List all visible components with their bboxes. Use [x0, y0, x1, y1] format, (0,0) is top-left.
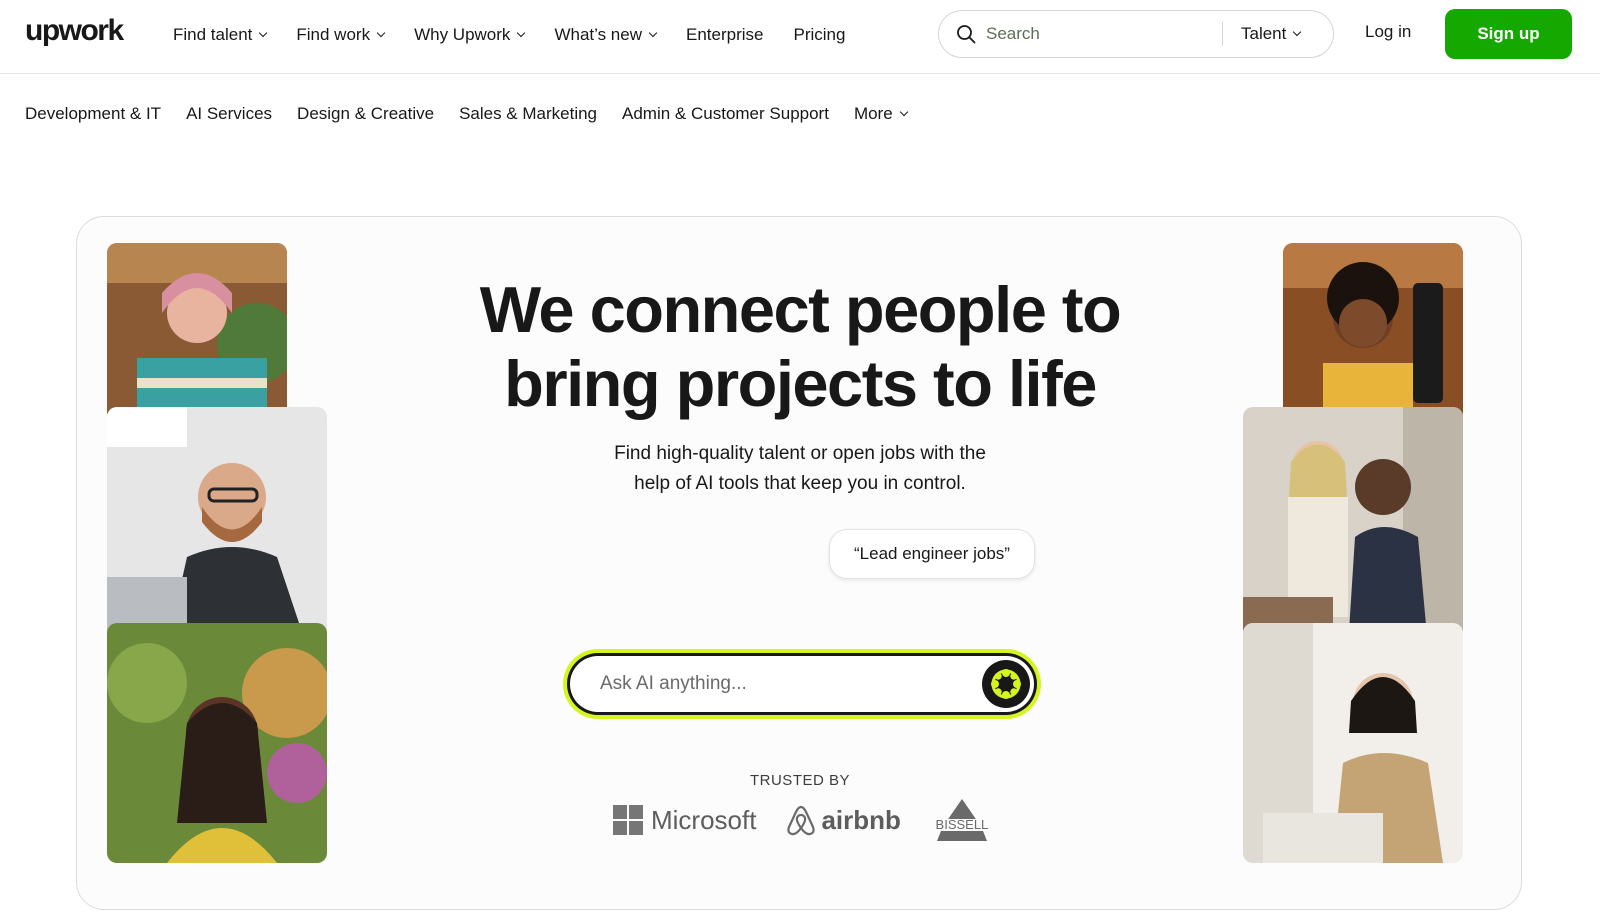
photo-woman-phone-flowers: [107, 623, 327, 863]
search-input[interactable]: [986, 19, 1206, 49]
nav-label: Why Upwork: [414, 25, 511, 44]
category-ai-services[interactable]: AI Services: [186, 104, 272, 124]
hero-subheading-line2: help of AI tools that keep you in contro…: [634, 473, 966, 494]
chevron-down-icon: [648, 28, 658, 38]
nav-label: Find work: [296, 25, 371, 44]
hero-headline-line1: We connect people to: [479, 273, 1122, 346]
bissell-wordmark: BISSELL: [931, 818, 992, 831]
ask-ai-field: [570, 656, 1034, 712]
ai-sparkle-icon: [991, 669, 1021, 699]
nav-pricing[interactable]: Pricing: [793, 25, 845, 45]
ask-ai-border: [567, 653, 1037, 715]
photo-woman-tablet: [1283, 243, 1463, 423]
top-header: upwork Find talent Find work Why Upwork …: [0, 0, 1600, 74]
login-link[interactable]: Log in: [1365, 22, 1411, 42]
chevron-down-icon: [899, 107, 908, 117]
chevron-down-icon: [376, 28, 386, 38]
photo-woman-laptop-office: [1243, 623, 1463, 863]
nav-label: What’s new: [554, 25, 642, 44]
chevron-down-icon: [517, 28, 526, 38]
category-development-it[interactable]: Development & IT: [25, 104, 161, 124]
header-search: Talent: [938, 10, 1334, 58]
signup-button[interactable]: Sign up: [1445, 9, 1572, 59]
hero-headline-line2: bring projects to life: [504, 347, 1097, 420]
ask-ai-submit-button[interactable]: [982, 660, 1030, 708]
category-nav: Development & IT AI Services Design & Cr…: [25, 104, 932, 124]
hero-headline: We connect people to bring projects to l…: [417, 273, 1183, 421]
search-icon[interactable]: [956, 24, 976, 44]
hero-card: We connect people to bring projects to l…: [76, 216, 1522, 910]
microsoft-grid-icon: [613, 805, 643, 835]
search-divider: [1222, 22, 1223, 46]
photo-woman-pink-hair: [107, 243, 287, 423]
search-scope-dropdown[interactable]: Talent: [1241, 11, 1302, 57]
nav-why-upwork[interactable]: Why Upwork: [414, 25, 526, 45]
hero-subheading-line1: Find high-quality talent or open jobs wi…: [614, 443, 986, 464]
microsoft-wordmark: Microsoft: [651, 804, 757, 835]
photo-colleagues-meeting: [1243, 407, 1463, 647]
nav-label: Pricing: [793, 25, 846, 44]
nav-find-work[interactable]: Find work: [296, 25, 386, 45]
nav-enterprise[interactable]: Enterprise: [686, 25, 763, 45]
ask-ai-bar: [563, 649, 1041, 719]
category-sales-marketing[interactable]: Sales & Marketing: [459, 104, 597, 124]
airbnb-wordmark: airbnb: [821, 804, 901, 835]
trusted-logos: Microsoft airbnb BISSELL: [613, 795, 1023, 845]
search-scope-label: Talent: [1241, 24, 1287, 43]
category-more[interactable]: More: [853, 104, 908, 124]
category-design-creative[interactable]: Design & Creative: [297, 104, 434, 124]
bissell-logo: BISSELL: [931, 797, 993, 843]
airbnb-logo: airbnb: [786, 804, 901, 836]
ask-ai-input[interactable]: [600, 670, 940, 698]
ai-suggestion-chip[interactable]: “Lead engineer jobs”: [829, 529, 1035, 579]
microsoft-logo: Microsoft: [613, 805, 756, 836]
hero-subheading: Find high-quality talent or open jobs wi…: [540, 439, 1060, 499]
category-more-label: More: [853, 104, 893, 123]
chevron-down-icon: [259, 28, 268, 38]
nav-whats-new[interactable]: What’s new: [554, 25, 658, 45]
nav-label: Find talent: [173, 25, 253, 44]
chevron-down-icon: [1293, 27, 1302, 37]
category-admin-support[interactable]: Admin & Customer Support: [622, 104, 829, 124]
trusted-by-label: TRUSTED BY: [749, 772, 850, 789]
photo-man-glasses-laptop: [107, 407, 327, 647]
nav-find-talent[interactable]: Find talent: [173, 25, 268, 45]
airbnb-belo-icon: [787, 805, 816, 836]
nav-label: Enterprise: [686, 25, 764, 44]
main-nav: Find talent Find work Why Upwork What’s …: [173, 0, 875, 70]
upwork-logo[interactable]: upwork: [25, 14, 124, 48]
